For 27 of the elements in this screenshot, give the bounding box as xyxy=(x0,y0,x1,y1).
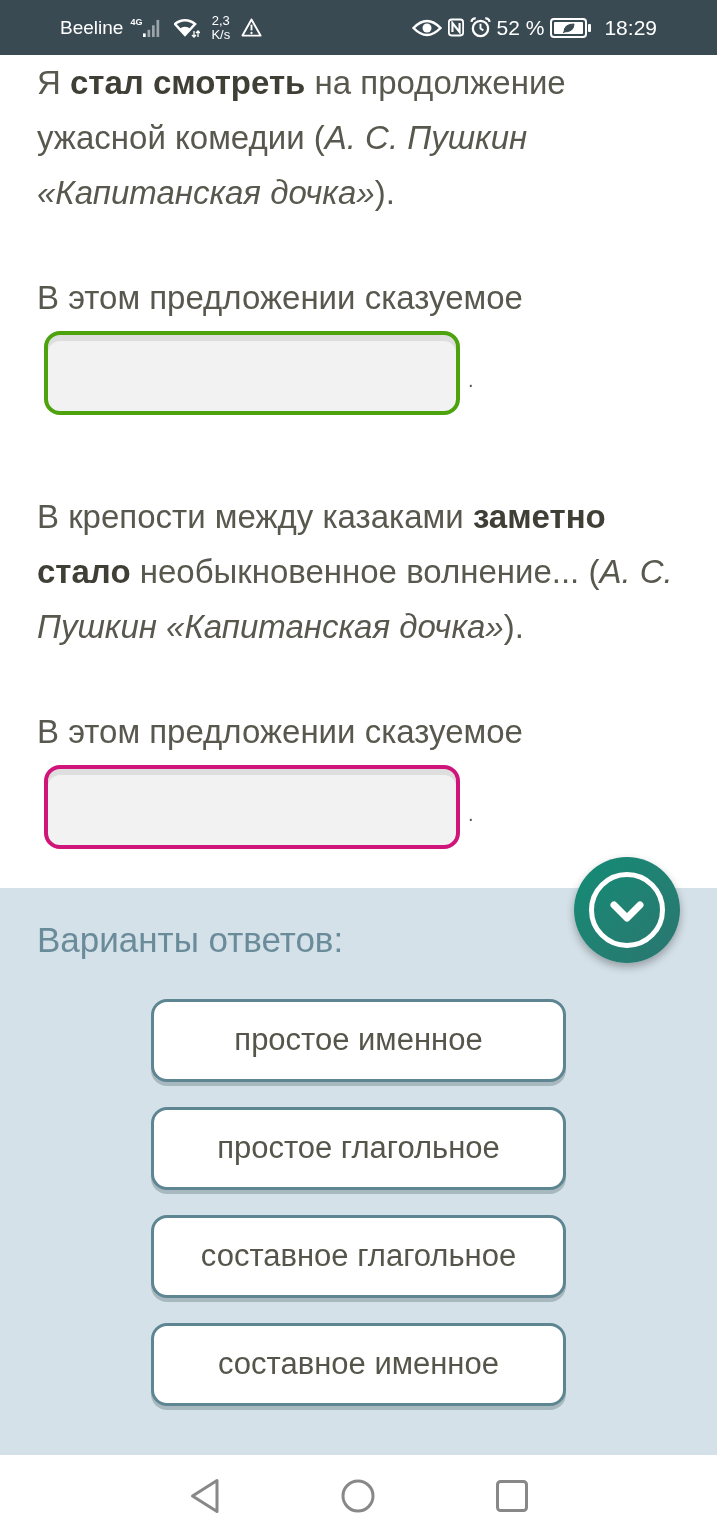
answer-field[interactable] xyxy=(44,331,460,415)
battery-percent: 52 % xyxy=(496,17,545,38)
sentence-end-text: . xyxy=(468,804,474,824)
eye-icon xyxy=(411,18,442,37)
answer-field[interactable] xyxy=(44,765,460,849)
circled-chevron-icon xyxy=(589,872,665,948)
battery-icon xyxy=(550,17,593,38)
speed-unit: K/s xyxy=(211,27,231,42)
carrier-name: Beeline xyxy=(60,18,124,37)
sentence-text: Я стал смотреть на продолжение ужасной комедии (А. С. Пушкин «Капитанская дочка»). xyxy=(37,63,567,213)
network-type: 4G xyxy=(130,17,143,27)
sentence-end-text: . xyxy=(468,370,474,390)
recent-apps-icon[interactable] xyxy=(495,1479,528,1512)
sentence-text: В крепости между казаками заметно стало необыкновенное волнение... (А. С. Пушкин «Капитанская дочка»). xyxy=(37,497,674,647)
warning-icon xyxy=(241,18,263,37)
back-icon[interactable] xyxy=(189,1477,220,1514)
answer-options-title: Варианты ответов: xyxy=(37,920,344,960)
wifi-icon xyxy=(174,17,201,38)
prompt-text: В этом предложении сказуемое xyxy=(37,278,524,318)
alarm-icon xyxy=(469,17,491,38)
home-icon[interactable] xyxy=(340,1478,375,1513)
clock-time: 18:29 xyxy=(604,17,657,38)
scroll-down-button[interactable] xyxy=(574,857,680,963)
prompt-text: В этом предложении сказуемое xyxy=(37,712,524,752)
speed-value: 2,3 xyxy=(211,13,230,28)
signal-icon xyxy=(143,17,162,38)
nfc-icon xyxy=(447,18,464,37)
